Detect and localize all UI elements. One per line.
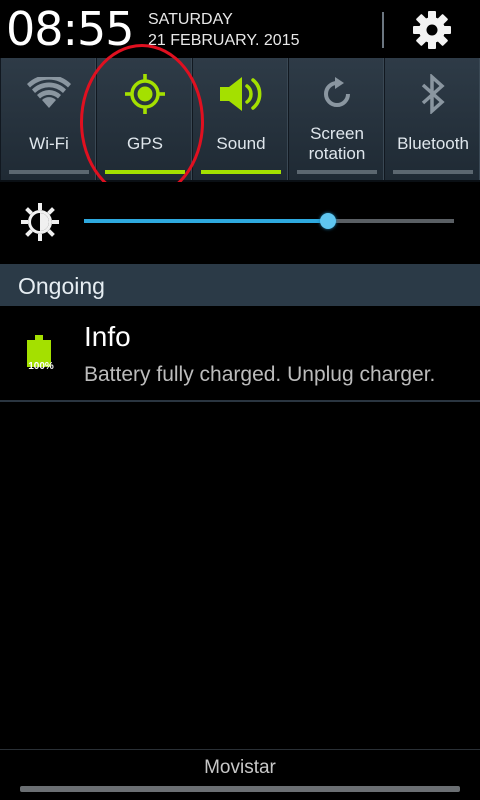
brightness-slider-thumb[interactable]	[320, 213, 337, 229]
clock: 08:55	[6, 2, 135, 56]
screen-rotation-label-text: Screen rotation	[308, 124, 366, 163]
notification-text: Battery fully charged. Unplug charger.	[84, 363, 436, 386]
battery-notification[interactable]: 100% Info Battery fully charged. Unplug …	[0, 306, 480, 400]
battery-level-label: 100%	[28, 361, 54, 372]
settings-button[interactable]	[404, 6, 460, 54]
rotation-icon	[324, 77, 350, 107]
bluetooth-label: Bluetooth	[397, 134, 469, 153]
wifi-label: Wi-Fi	[29, 134, 69, 153]
gps-icon	[125, 74, 165, 114]
gps-status-bar	[105, 170, 185, 174]
footer-divider	[0, 749, 480, 750]
header-divider	[382, 12, 384, 48]
battery-icon	[27, 335, 51, 367]
wifi-icon	[27, 77, 71, 108]
gps-toggle[interactable]: GPS	[96, 58, 192, 180]
sound-toggle[interactable]: Sound	[192, 58, 288, 180]
status-header: 08:55 SATURDAY 21 FEBRUARY. 2015	[0, 0, 480, 58]
ongoing-label: Ongoing	[18, 273, 105, 299]
notification-shade: 08:55 SATURDAY 21 FEBRUARY. 2015 Wi-Fi G…	[0, 0, 480, 800]
wifi-toggle[interactable]: Wi-Fi	[0, 58, 96, 180]
brightness-slider-fill	[84, 219, 329, 223]
bluetooth-status-bar	[393, 170, 473, 174]
sound-status-bar	[201, 170, 281, 174]
bluetooth-icon	[421, 74, 445, 114]
brightness-slider[interactable]	[84, 213, 454, 229]
shade-drag-handle[interactable]	[20, 786, 460, 792]
notification-divider	[0, 400, 480, 402]
ongoing-section-header: Ongoing	[0, 264, 480, 306]
carrier-label: Movistar	[204, 757, 276, 778]
notification-title: Info	[84, 321, 131, 352]
day-of-week: SATURDAY	[148, 11, 233, 28]
gps-label: GPS	[127, 134, 163, 153]
bluetooth-toggle[interactable]: Bluetooth	[384, 58, 480, 180]
gear-icon	[413, 11, 451, 49]
sound-label: Sound	[216, 134, 266, 153]
sound-icon	[220, 77, 262, 111]
screen-rotation-toggle[interactable]: Screen rotation	[288, 58, 384, 180]
wifi-status-bar	[9, 170, 89, 174]
rotation-status-bar	[297, 170, 377, 174]
screen-rotation-label: Screen rotation	[289, 124, 385, 164]
date: 21 FEBRUARY. 2015	[148, 32, 300, 49]
brightness-row	[0, 182, 480, 264]
quick-settings-panel: Wi-Fi GPS Sound Screen rotation Bluetoot…	[0, 58, 480, 180]
brightness-auto-icon[interactable]	[20, 202, 60, 242]
